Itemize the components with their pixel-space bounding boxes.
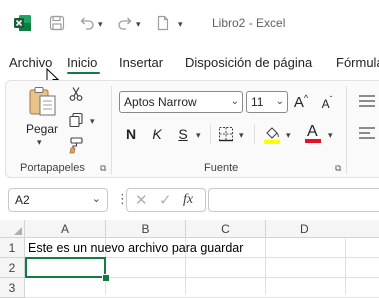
clipboard-launcher-icon[interactable]: ⧉ (100, 163, 106, 174)
bold-button[interactable]: N (124, 124, 138, 144)
group-divider (111, 86, 112, 174)
cell-a1[interactable]: Este es un nuevo archivo para guardar (28, 241, 243, 255)
underline-button[interactable]: S (176, 124, 190, 144)
column-header-b[interactable]: B (106, 220, 186, 238)
copy-icon[interactable] (68, 112, 84, 133)
chevron-down-icon: ⌄ (230, 96, 239, 107)
row-header-2[interactable]: 2 (0, 258, 25, 278)
caret-up-icon: ^ (303, 93, 309, 103)
caret-down-icon: ˇ (329, 94, 333, 104)
column-header-c[interactable]: C (186, 220, 266, 238)
formula-input[interactable] (208, 188, 379, 212)
font-color-button[interactable]: A (304, 122, 322, 144)
row-header-3[interactable]: 3 (0, 278, 25, 298)
font-launcher-icon[interactable]: ⧉ (335, 163, 341, 174)
clipboard-group-label: Portapapeles (20, 162, 85, 174)
redo-icon[interactable] (114, 12, 136, 34)
tab-inicio[interactable]: Inicio (67, 55, 97, 70)
active-tab-indicator (67, 72, 100, 74)
borders-dropdown-icon[interactable]: ▾ (239, 130, 244, 141)
font-name-select[interactable]: Aptos Narrow ⌄ (119, 91, 243, 113)
paste-dropdown-icon[interactable]: ▾ (37, 137, 42, 148)
italic-button[interactable]: K (150, 124, 164, 144)
grow-font-letter: A (293, 93, 304, 111)
font-size-value: 11 (251, 95, 264, 109)
grow-font-button[interactable]: A ^ (292, 92, 310, 112)
table-row (25, 278, 379, 298)
tab-formulas[interactable]: Fórmula (336, 55, 379, 70)
font-size-select[interactable]: 11 ⌄ (246, 91, 288, 113)
font-name-value: Aptos Narrow (124, 95, 197, 109)
underline-dropdown-icon[interactable]: ▾ (196, 130, 201, 141)
gridline (345, 238, 346, 294)
save-icon[interactable] (46, 12, 68, 34)
title-bar: ▾ ▾ ▾ Libro2 - Excel (0, 0, 379, 48)
fill-color-icon[interactable] (263, 124, 281, 149)
cut-icon[interactable] (68, 86, 84, 107)
cancel-icon[interactable]: ✕ (135, 191, 148, 209)
align-left-icon[interactable] (358, 126, 376, 145)
tab-insertar[interactable]: Insertar (119, 55, 163, 70)
row-header-1[interactable]: 1 (0, 238, 25, 258)
borders-icon[interactable] (218, 126, 234, 147)
group-divider (346, 86, 347, 174)
paste-icon[interactable] (28, 86, 58, 123)
font-group-label: Fuente (204, 162, 239, 174)
confirm-icon[interactable]: ✓ (159, 191, 172, 209)
redo-dropdown-icon[interactable]: ▾ (136, 19, 141, 30)
quick-access-customize-icon[interactable]: ▾ (178, 19, 183, 30)
fill-handle[interactable] (102, 274, 110, 282)
format-painter-icon[interactable] (68, 136, 84, 159)
font-color-swatch (305, 139, 321, 143)
formula-actions: ✕ ✓ fx (126, 188, 206, 212)
shrink-font-button[interactable]: Aˇ (318, 92, 336, 112)
paste-button[interactable]: Pegar (26, 122, 58, 136)
select-all-corner[interactable] (0, 220, 25, 238)
excel-icon (12, 12, 34, 34)
divider (254, 124, 255, 144)
undo-dropdown-icon[interactable]: ▾ (98, 19, 103, 30)
copy-dropdown-icon[interactable]: ▾ (90, 116, 95, 127)
shrink-font-letter: A (321, 96, 330, 111)
name-box-value: A2 (15, 193, 30, 207)
new-file-icon[interactable] (152, 12, 174, 34)
chevron-down-icon: ⌄ (275, 96, 284, 107)
tab-disposicion[interactable]: Disposición de página (185, 55, 312, 70)
chevron-down-icon: ⌄ (91, 193, 101, 205)
gridline (265, 238, 266, 294)
undo-icon[interactable] (76, 12, 98, 34)
insert-function-button[interactable]: fx (183, 192, 193, 208)
font-color-dropdown-icon[interactable]: ▾ (328, 130, 333, 141)
window-title: Libro2 - Excel (212, 16, 286, 30)
align-lines-icon[interactable] (358, 94, 376, 113)
fill-color-dropdown-icon[interactable]: ▾ (286, 130, 291, 141)
divider (210, 124, 211, 144)
cell-a2-selected[interactable] (25, 257, 106, 278)
column-header-a[interactable]: A (25, 220, 106, 238)
column-header-d[interactable]: D (266, 220, 379, 238)
name-box[interactable]: A2 ⌄ (8, 188, 108, 212)
